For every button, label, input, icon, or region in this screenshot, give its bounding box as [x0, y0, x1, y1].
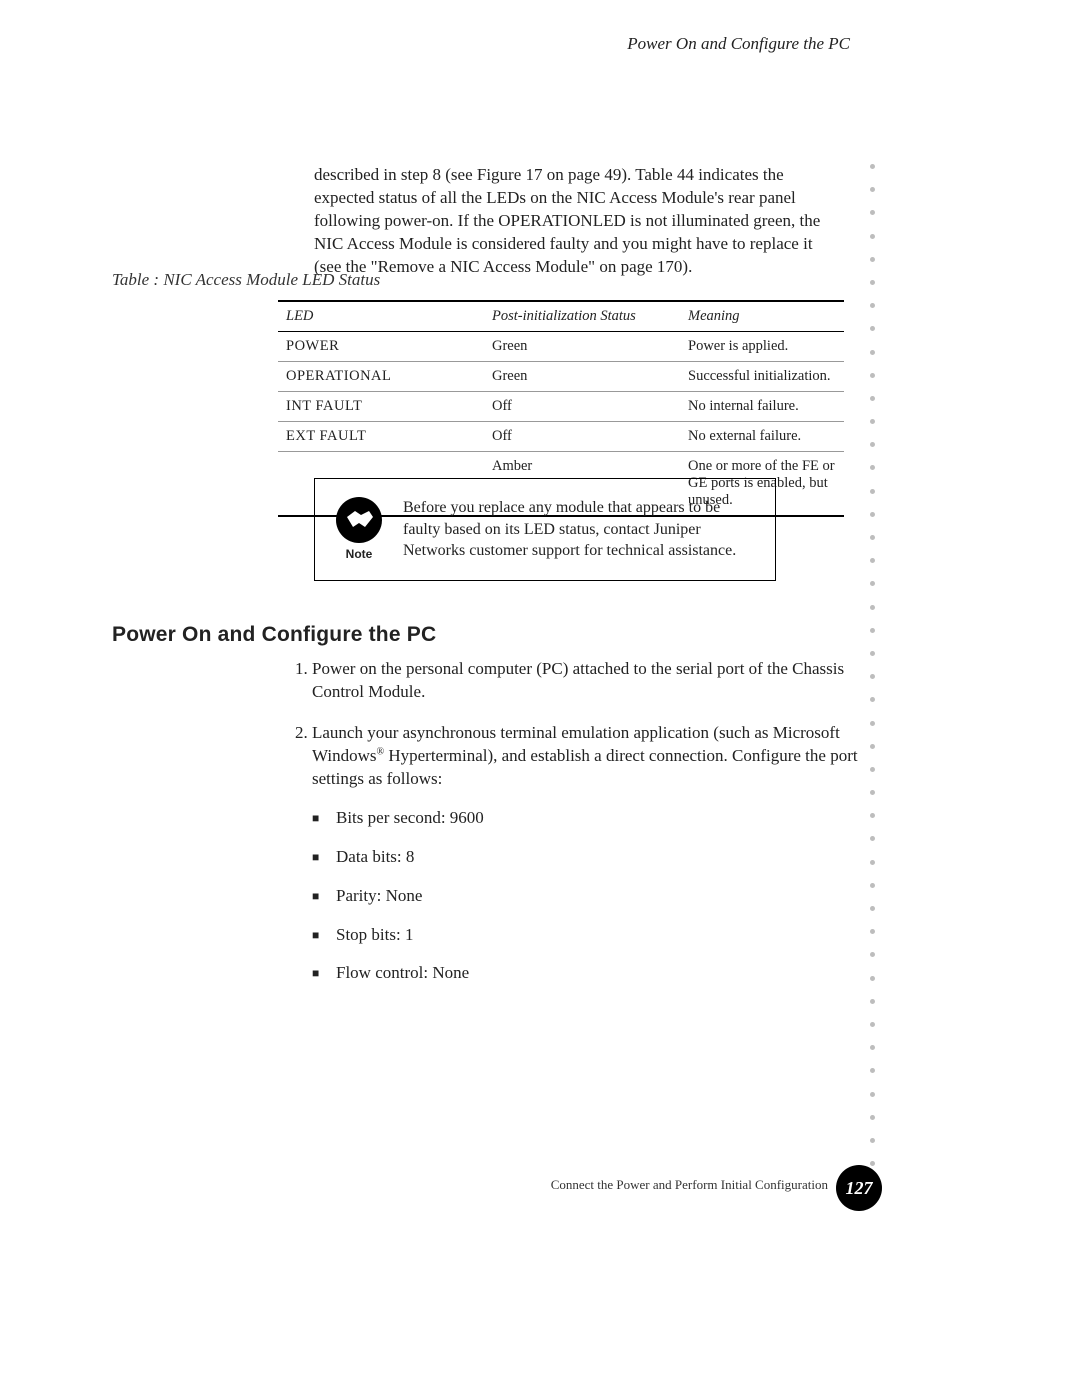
- note-box: Note Before you replace any module that …: [314, 478, 776, 581]
- section-heading: Power On and Configure the PC: [112, 623, 436, 647]
- note-icon-wrap: Note: [333, 497, 385, 561]
- col-led: LED: [278, 301, 484, 332]
- table-row: OPERATIONAL Green Successful initializat…: [278, 362, 844, 392]
- col-status: Post-initialization Status: [484, 301, 680, 332]
- cell-led: OPERATIONAL: [278, 362, 484, 392]
- cell-status: Off: [484, 422, 680, 452]
- procedure-list: Power on the personal computer (PC) atta…: [278, 658, 880, 1003]
- step-2-text-b: Hyperterminal), and establish a direct c…: [312, 746, 858, 788]
- cell-led: EXT FAULT: [278, 422, 484, 452]
- table-row: EXT FAULT Off No external failure.: [278, 422, 844, 452]
- table-caption: Table : NIC Access Module LED Status: [112, 270, 380, 290]
- note-label: Note: [333, 547, 385, 561]
- step-1: Power on the personal computer (PC) atta…: [312, 658, 880, 704]
- registered-icon: ®: [376, 746, 384, 757]
- list-item: Parity: None: [336, 885, 880, 908]
- cell-led: POWER: [278, 332, 484, 362]
- cell-meaning: Successful initialization.: [680, 362, 844, 392]
- table-row: INT FAULT Off No internal failure.: [278, 392, 844, 422]
- col-meaning: Meaning: [680, 301, 844, 332]
- cell-led: INT FAULT: [278, 392, 484, 422]
- list-item: Bits per second: 9600: [336, 807, 880, 830]
- table-row: POWER Green Power is applied.: [278, 332, 844, 362]
- cell-meaning: No internal failure.: [680, 392, 844, 422]
- list-item: Data bits: 8: [336, 846, 880, 869]
- running-head: Power On and Configure the PC: [627, 34, 850, 54]
- footer-chapter: Connect the Power and Perform Initial Co…: [551, 1177, 828, 1193]
- step-2: Launch your asynchronous terminal emulat…: [312, 722, 880, 986]
- intro-paragraph: described in step 8 (see Figure 17 on pa…: [314, 164, 844, 279]
- margin-dots: [870, 164, 875, 1166]
- note-text: Before you replace any module that appea…: [403, 497, 753, 562]
- cell-status: Green: [484, 362, 680, 392]
- cell-status: Off: [484, 392, 680, 422]
- cell-meaning: Power is applied.: [680, 332, 844, 362]
- list-item: Stop bits: 1: [336, 924, 880, 947]
- page: Power On and Configure the PC described …: [0, 0, 1080, 1397]
- cell-status: Green: [484, 332, 680, 362]
- table-header-row: LED Post-initialization Status Meaning: [278, 301, 844, 332]
- cell-meaning: No external failure.: [680, 422, 844, 452]
- port-settings-list: Bits per second: 9600 Data bits: 8 Parit…: [312, 807, 880, 986]
- list-item: Flow control: None: [336, 962, 880, 985]
- page-number-badge: 127: [836, 1165, 882, 1211]
- handshake-icon: [336, 497, 382, 543]
- footer: Connect the Power and Perform Initial Co…: [0, 1167, 1080, 1207]
